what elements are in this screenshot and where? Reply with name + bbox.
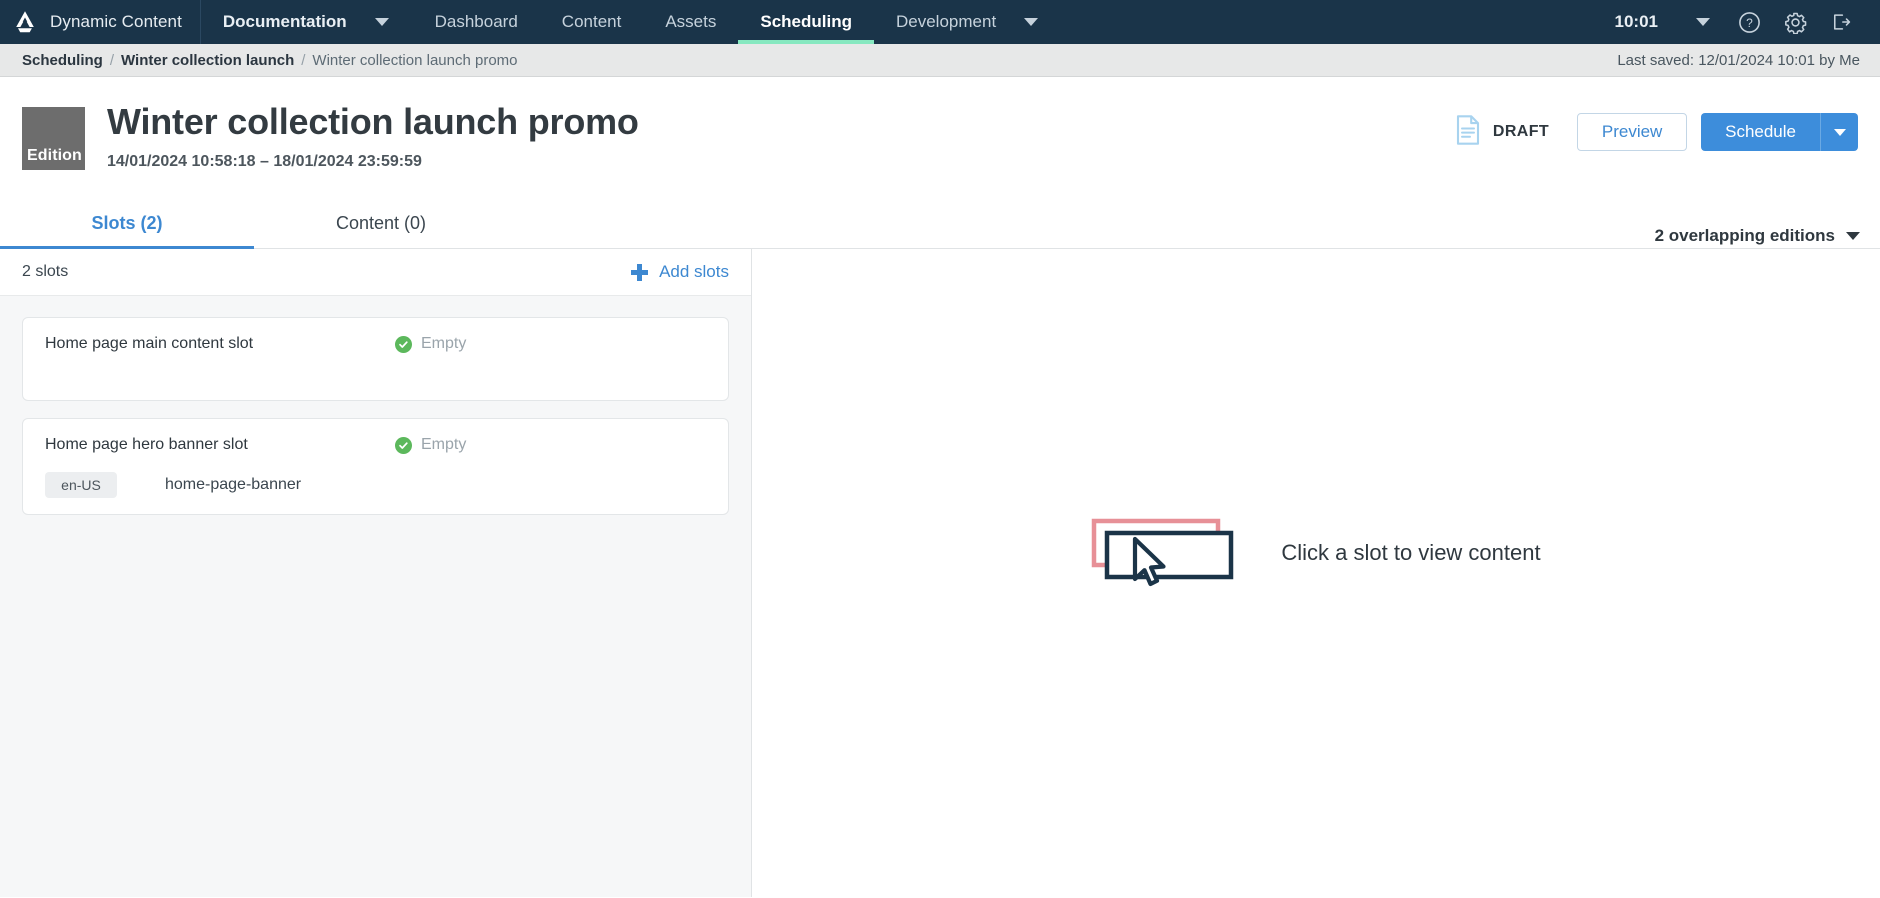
breadcrumb: Scheduling / Winter collection launch / … [0, 44, 1880, 77]
empty-state-message: Click a slot to view content [1281, 540, 1541, 565]
slot-status: Empty [395, 335, 466, 353]
nav-item-scheduling[interactable]: Scheduling [738, 0, 874, 44]
brand-label: Dynamic Content [50, 12, 182, 31]
tab-content-label: Content (0) [335, 213, 427, 233]
nav-item-documentation[interactable]: Documentation [201, 0, 369, 44]
breadcrumb-item-current: Winter collection launch promo [312, 51, 518, 69]
slot-name: Home page hero banner slot [45, 436, 248, 453]
nav-documentation-chevron-down-icon[interactable] [369, 0, 413, 44]
breadcrumb-item-scheduling[interactable]: Scheduling [22, 52, 103, 69]
check-circle-icon [395, 335, 412, 353]
slot-card-header: Home page hero banner slot Empty [45, 436, 706, 454]
nav-item-content[interactable]: Content [540, 0, 644, 44]
tab-content[interactable]: Content (0) [254, 199, 508, 248]
slot-name: Home page main content slot [45, 335, 254, 352]
nav-item-assets[interactable]: Assets [643, 0, 738, 44]
schedule-button-label: Schedule [1725, 122, 1796, 141]
plus-icon [631, 263, 649, 281]
slots-list: Home page main content slot Empty Home p… [0, 296, 751, 897]
nav-item-documentation-label: Documentation [222, 12, 347, 31]
gear-icon[interactable] [1772, 0, 1818, 44]
slot-status: Empty [395, 436, 466, 454]
nav-item-dashboard-label: Dashboard [434, 12, 518, 31]
tab-slots-label: Slots (2) [91, 213, 163, 233]
nav-item-dashboard[interactable]: Dashboard [413, 0, 540, 44]
status-badge-label: DRAFT [1492, 123, 1550, 140]
slot-card-header: Home page main content slot Empty [45, 335, 706, 353]
chevron-down-glyph [1833, 128, 1846, 136]
logout-icon[interactable] [1818, 0, 1864, 44]
dynamic-content-logo-icon [12, 9, 38, 35]
main-nav-items: Documentation Dashboard Content Assets S… [201, 0, 1062, 44]
nav-development-chevron-down-icon[interactable] [1018, 0, 1062, 44]
edition-thumbnail: Edition [22, 107, 85, 170]
edition-tabs: Slots (2) Content (0) [0, 199, 508, 249]
click-slot-illustration-icon [1091, 517, 1251, 589]
nav-item-scheduling-label: Scheduling [760, 12, 852, 31]
draft-document-icon [1455, 114, 1481, 150]
slot-content-key: home-page-banner [165, 476, 302, 493]
nav-item-development-label: Development [896, 12, 997, 31]
nav-item-content-label: Content [561, 12, 622, 31]
edition-header: Edition Winter collection launch promo 1… [0, 77, 1880, 199]
locale-chip: en-US [45, 472, 117, 498]
slot-card[interactable]: Home page hero banner slot Empty en-US h… [22, 418, 729, 515]
page-title: Winter collection launch promo [107, 101, 639, 142]
last-saved-label: Last saved: 12/01/2024 10:01 by Me [1617, 51, 1860, 69]
schedule-button[interactable]: Schedule [1701, 113, 1820, 151]
tab-slots[interactable]: Slots (2) [0, 199, 254, 249]
chevron-down-glyph [1696, 18, 1710, 26]
check-circle-icon [395, 436, 412, 454]
slot-status-label: Empty [421, 436, 467, 453]
slot-card[interactable]: Home page main content slot Empty [22, 317, 729, 401]
edition-date-range: 14/01/2024 10:58:18 – 18/01/2024 23:59:5… [107, 153, 422, 171]
help-icon[interactable]: ? [1726, 0, 1772, 44]
slots-panel: 2 slots Add slots Home page main content… [0, 249, 752, 897]
slot-card-details: en-US home-page-banner [45, 472, 706, 498]
breadcrumb-item-edition-list[interactable]: Winter collection launch [121, 52, 294, 69]
slot-status-label: Empty [421, 335, 467, 352]
add-slots-label: Add slots [659, 262, 729, 281]
clock-label: 10:01 [1614, 12, 1658, 31]
overlapping-editions-label: 2 overlapping editions [1654, 226, 1835, 245]
status-badge: DRAFT [1455, 114, 1550, 150]
overlapping-editions-dropdown[interactable]: 2 overlapping editions [1655, 226, 1860, 248]
edition-actions: DRAFT Preview Schedule [1455, 97, 1858, 151]
svg-text:?: ? [1746, 16, 1753, 30]
empty-state: Click a slot to view content [1091, 517, 1541, 589]
preview-button-label: Preview [1601, 122, 1663, 141]
breadcrumb-separator: / [301, 51, 306, 69]
content-preview-panel: Click a slot to view content [752, 249, 1880, 897]
schedule-dropdown-chevron-down-icon[interactable] [1820, 113, 1858, 151]
chevron-down-glyph [374, 18, 389, 26]
nav-item-development[interactable]: Development [874, 0, 1018, 44]
clock-chevron-down-icon[interactable] [1680, 0, 1726, 44]
edition-title-block: Winter collection launch promo 14/01/202… [107, 97, 639, 171]
top-navigation-bar: Dynamic Content Documentation Dashboard … [0, 0, 1880, 44]
preview-button[interactable]: Preview [1577, 113, 1688, 151]
edition-tabs-bar: Slots (2) Content (0) 2 overlapping edit… [0, 199, 1880, 249]
schedule-button-group: Schedule [1701, 113, 1858, 151]
edition-body: 2 slots Add slots Home page main content… [0, 249, 1880, 897]
slots-panel-header: 2 slots Add slots [0, 249, 751, 296]
add-slots-button[interactable]: Add slots [631, 262, 729, 282]
brand-home-link[interactable]: Dynamic Content [0, 0, 201, 44]
chevron-down-icon [1846, 232, 1860, 240]
chevron-down-glyph [1024, 18, 1039, 26]
nav-item-assets-label: Assets [665, 12, 717, 31]
edition-badge-label: Edition [27, 147, 82, 164]
breadcrumb-separator: / [109, 51, 115, 69]
slots-count-label: 2 slots [22, 263, 69, 280]
nav-utility-group: 10:01 ? [1615, 0, 1880, 44]
